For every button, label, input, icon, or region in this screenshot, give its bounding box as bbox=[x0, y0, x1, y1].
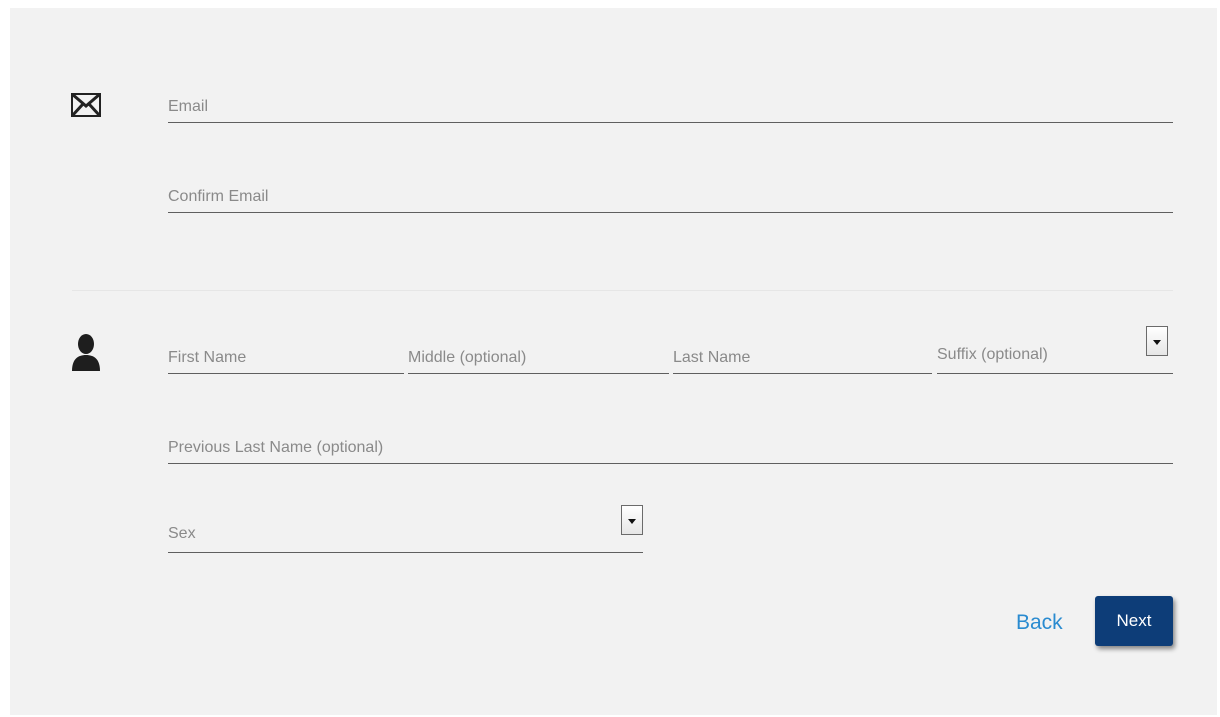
registration-form-panel: Suffix (optional) Sex Back Next bbox=[10, 8, 1217, 715]
previous-last-name-field bbox=[168, 434, 1173, 464]
suffix-select-label: Suffix (optional) bbox=[937, 346, 1048, 363]
suffix-dropdown-button[interactable] bbox=[1146, 326, 1168, 356]
last-name-input[interactable] bbox=[673, 344, 932, 372]
section-divider bbox=[72, 290, 1173, 291]
sex-dropdown-button[interactable] bbox=[621, 505, 643, 535]
email-field bbox=[168, 93, 1173, 123]
first-name-field bbox=[168, 344, 404, 374]
last-name-field bbox=[673, 344, 932, 374]
back-link[interactable]: Back bbox=[1016, 611, 1063, 635]
first-name-input[interactable] bbox=[168, 344, 404, 372]
sex-select[interactable]: Sex bbox=[168, 505, 643, 553]
previous-last-name-input[interactable] bbox=[168, 434, 1173, 462]
sex-select-label: Sex bbox=[168, 525, 196, 542]
next-button[interactable]: Next bbox=[1095, 596, 1173, 646]
email-input[interactable] bbox=[168, 93, 1173, 121]
envelope-icon bbox=[71, 93, 101, 118]
middle-name-field bbox=[408, 344, 669, 374]
confirm-email-field bbox=[168, 183, 1173, 213]
suffix-select[interactable]: Suffix (optional) bbox=[937, 326, 1173, 374]
confirm-email-input[interactable] bbox=[168, 183, 1173, 211]
middle-name-input[interactable] bbox=[408, 344, 669, 372]
person-icon bbox=[72, 334, 100, 371]
